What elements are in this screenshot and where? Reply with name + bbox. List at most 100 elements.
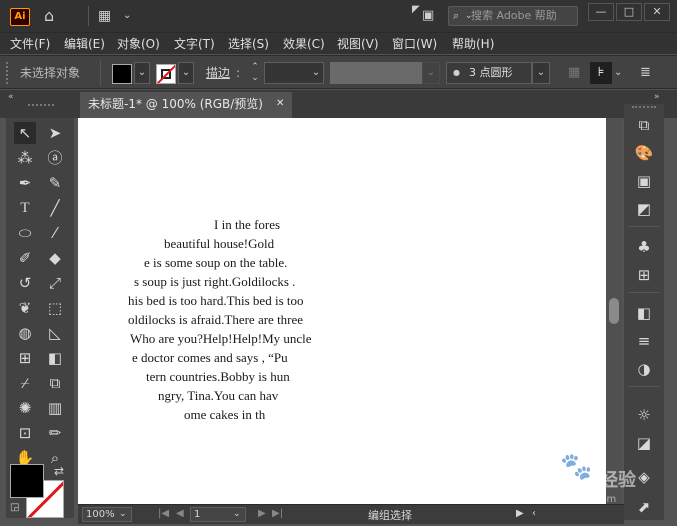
chevron-down-icon[interactable]: ⌄ <box>123 6 131 26</box>
maximize-button[interactable]: □ <box>616 3 642 21</box>
home-icon[interactable]: ⌂ <box>44 8 54 24</box>
eyedropper-tool-icon[interactable]: ⌿ <box>14 372 36 394</box>
swatches-panel-icon[interactable]: ⊞ <box>633 264 655 286</box>
fill-dropdown[interactable]: ⌄ <box>134 62 150 84</box>
close-tab-icon[interactable]: ✕ <box>276 92 284 116</box>
collapse-right-icon[interactable]: » <box>654 92 660 102</box>
menu-help[interactable]: 帮助(H) <box>452 33 494 55</box>
fill-color-front[interactable] <box>10 464 44 498</box>
menu-edit[interactable]: 编辑(E) <box>64 33 105 55</box>
canvas-text-line[interactable]: beautiful house!Gold <box>164 236 274 251</box>
document-icon[interactable]: ▣ <box>422 8 434 24</box>
gradient-tool-icon[interactable]: ◧ <box>44 347 66 369</box>
curvature-tool-icon[interactable]: ✎ <box>44 172 66 194</box>
variable-width-profile[interactable] <box>330 62 422 84</box>
canvas-text-line[interactable]: ngry, Tina.You can hav <box>158 388 278 403</box>
canvas-text-line[interactable]: e doctor comes and says , “Pu <box>132 350 288 365</box>
shaper-tool-icon[interactable]: ✐ <box>14 247 36 269</box>
canvas-text-line[interactable]: tern countries.Bobby is hun <box>146 369 290 384</box>
document-tab[interactable]: 未标题-1* @ 100% (RGB/预览) ✕ <box>80 92 292 118</box>
menu-select[interactable]: 选择(S) <box>228 33 269 55</box>
transform-panel-icon[interactable]: ⧉ <box>633 114 655 136</box>
minimize-button[interactable]: — <box>588 3 614 21</box>
graph-tool-icon[interactable]: ▥ <box>44 397 66 419</box>
menu-window[interactable]: 窗口(W) <box>392 33 437 55</box>
stroke-weight-stepper[interactable]: ⌃ ⌄ <box>248 62 262 84</box>
swap-colors-icon[interactable]: ⇄ <box>54 464 64 478</box>
fill-swatch[interactable] <box>112 64 132 84</box>
artboard-canvas[interactable]: I in the fores beautiful house!Gold e is… <box>78 118 606 504</box>
line-tool-icon[interactable]: ╱ <box>44 197 66 219</box>
stroke-label[interactable]: 描边 <box>206 56 230 90</box>
gradient-panel-icon[interactable]: ◧ <box>633 302 655 324</box>
scroll-thumb[interactable] <box>609 298 619 324</box>
perspective-grid-tool-icon[interactable]: ◺ <box>44 322 66 344</box>
symbols-panel-icon[interactable]: ♣ <box>633 236 655 258</box>
last-artboard-icon[interactable]: ▶| <box>272 508 283 519</box>
slice-tool-icon[interactable]: ✏ <box>44 422 66 444</box>
previous-artboard-icon[interactable]: ◀ <box>176 508 184 519</box>
mesh-tool-icon[interactable]: ⊞ <box>14 347 36 369</box>
scroll-left-icon[interactable]: ‹ <box>532 508 536 519</box>
free-transform-tool-icon[interactable]: ⬚ <box>44 297 66 319</box>
stroke-swatch[interactable] <box>156 64 176 84</box>
canvas-text-line[interactable]: oldilocks is afraid.There are three <box>128 312 303 327</box>
status-arrow-icon[interactable]: ▶ <box>516 508 524 519</box>
brush-definition[interactable]: ● 3 点圆形 <box>446 62 532 84</box>
artboards-panel-icon[interactable]: ▣ <box>633 170 655 192</box>
shape-builder-tool-icon[interactable]: ◍ <box>14 322 36 344</box>
color-panel-icon[interactable]: 🎨 <box>633 142 655 164</box>
symbol-sprayer-tool-icon[interactable]: ✺ <box>14 397 36 419</box>
default-colors-icon[interactable]: ◲ <box>10 502 19 513</box>
grip-handle[interactable] <box>632 106 656 109</box>
search-field[interactable]: ⌕ ⌄ 搜索 Adobe 帮助 <box>448 6 578 26</box>
blend-tool-icon[interactable]: ⧉ <box>44 372 66 394</box>
grip-handle[interactable] <box>28 104 54 107</box>
transform-icon[interactable]: ⊧ <box>590 62 612 84</box>
panel-menu-icon[interactable]: ≣ <box>640 65 651 80</box>
artboard-number-field[interactable]: 1 ⌄ <box>190 507 246 522</box>
export-panel-icon[interactable]: ⬈ <box>633 496 655 518</box>
vertical-scrollbar[interactable] <box>606 118 622 504</box>
lasso-tool-icon[interactable]: ⓐ <box>44 147 66 169</box>
canvas-text-line[interactable]: Who are you?Help!Help!My uncle <box>130 331 312 346</box>
stroke-dropdown[interactable]: ⌄ <box>178 62 194 84</box>
appearance-panel-icon[interactable]: ☼ <box>633 404 655 426</box>
menu-view[interactable]: 视图(V) <box>337 33 379 55</box>
artboard-tool-icon[interactable]: ⊡ <box>14 422 36 444</box>
align-grid-icon[interactable]: ▦ <box>568 65 580 80</box>
workspace-layout-icon[interactable]: ▦ <box>98 8 111 24</box>
zoom-level-field[interactable]: 100% ⌄ <box>82 507 132 522</box>
next-artboard-icon[interactable]: ▶ <box>258 508 266 519</box>
menu-object[interactable]: 对象(O) <box>117 33 160 55</box>
ellipse-tool-icon[interactable]: ⬭ <box>14 222 36 244</box>
canvas-text-line[interactable]: ome cakes in th <box>184 407 265 422</box>
menu-effect[interactable]: 效果(C) <box>283 33 325 55</box>
scale-tool-icon[interactable]: ⤢ <box>44 272 66 294</box>
color-guide-icon[interactable]: ◩ <box>633 198 655 220</box>
eraser-tool-icon[interactable]: ◆ <box>44 247 66 269</box>
layers-panel-icon[interactable]: ◈ <box>633 466 655 488</box>
canvas-text-line[interactable]: s soup is just right.Goldilocks . <box>134 274 295 289</box>
profile-dropdown[interactable]: ⌄ <box>422 62 440 84</box>
menu-file[interactable]: 文件(F) <box>10 33 50 55</box>
stroke-panel-icon[interactable]: ≡ <box>633 330 655 352</box>
magic-wand-tool-icon[interactable]: ⁂ <box>14 147 36 169</box>
pen-tool-icon[interactable]: ✒ <box>14 172 36 194</box>
collapse-left-icon[interactable]: « <box>8 92 14 102</box>
canvas-text-line[interactable]: e is some soup on the table. <box>144 255 287 270</box>
menu-type[interactable]: 文字(T) <box>174 33 215 55</box>
brush-dropdown[interactable]: ⌄ <box>532 62 550 84</box>
first-artboard-icon[interactable]: |◀ <box>158 508 169 519</box>
grip-handle[interactable] <box>6 62 9 84</box>
canvas-text-line[interactable]: I in the fores <box>214 217 280 232</box>
stroke-weight-input[interactable]: ⌄ <box>264 62 324 84</box>
direct-selection-tool-icon[interactable]: ➤ <box>44 122 66 144</box>
transparency-panel-icon[interactable]: ◑ <box>633 358 655 380</box>
canvas-text-line[interactable]: his bed is too hard.This bed is too <box>128 293 304 308</box>
chevron-down-icon[interactable]: ⌄ <box>614 63 622 83</box>
close-button[interactable]: ✕ <box>644 3 670 21</box>
arrange-icon[interactable]: ◤ <box>412 4 420 15</box>
paintbrush-tool-icon[interactable]: ⁄ <box>44 222 66 244</box>
rotate-tool-icon[interactable]: ↺ <box>14 272 36 294</box>
